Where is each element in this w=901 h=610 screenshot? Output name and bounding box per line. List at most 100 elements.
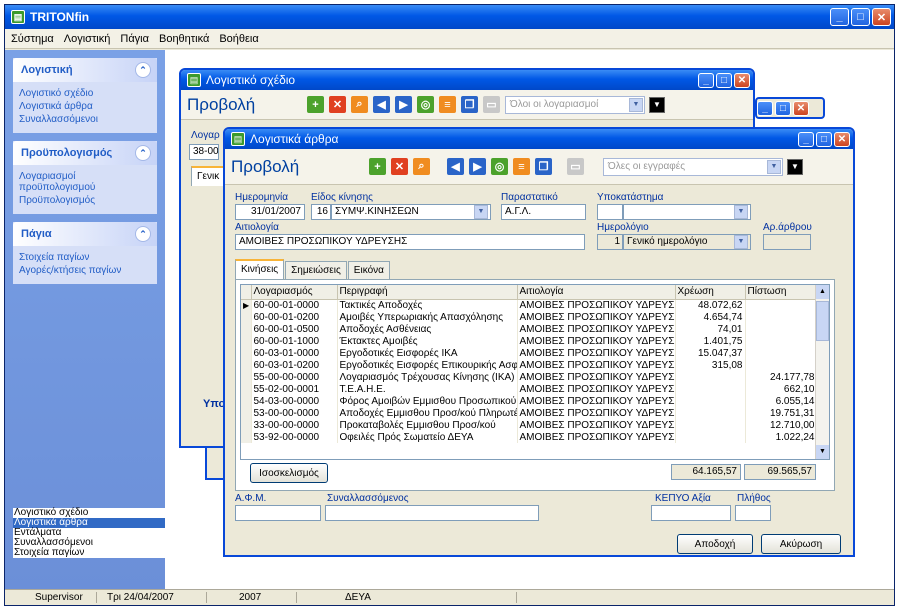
window-titlebar[interactable]: ▤ Λογιστικά άρθρα _ □ ✕ xyxy=(225,129,853,149)
cell-reason[interactable]: ΑΜΟΙΒΕΣ ΠΡΟΣΩΠΙΚΟΥ ΥΔΡΕΥΣΗΣ xyxy=(517,347,676,359)
col-account[interactable]: Λογαριασμός xyxy=(251,285,338,300)
list-item[interactable]: Στοιχεία παγίων xyxy=(13,548,165,558)
maximize-icon[interactable]: □ xyxy=(716,72,732,88)
add-icon[interactable]: + xyxy=(307,96,324,113)
tab-image[interactable]: Εικόνα xyxy=(347,261,390,279)
chevron-down-icon[interactable]: ▼ xyxy=(734,205,748,219)
cell-debit[interactable]: 15.047,37 xyxy=(675,347,746,359)
refresh-icon[interactable]: ◎ xyxy=(417,96,434,113)
minimize-icon[interactable]: _ xyxy=(757,101,773,116)
vertical-scrollbar[interactable]: ▲ ▼ xyxy=(815,285,829,459)
print-icon[interactable]: ▭ xyxy=(567,158,584,175)
journal-select[interactable]: Γενικό ημερολόγιο ▼ xyxy=(623,234,751,250)
col-debit[interactable]: Χρέωση xyxy=(675,285,746,300)
table-row[interactable]: 33-00-00-0000 Προκαταβολές Εμμισθου Προσ/… xyxy=(241,419,818,431)
print-icon[interactable]: ▭ xyxy=(483,96,500,113)
account-field[interactable]: 38-00 xyxy=(189,144,219,160)
balance-button[interactable]: Ισοσκελισμός xyxy=(250,463,328,483)
count-field[interactable] xyxy=(735,505,771,521)
close-icon[interactable]: ✕ xyxy=(834,131,850,147)
scroll-thumb[interactable] xyxy=(816,301,829,341)
cell-account[interactable]: 55-00-00-0000 xyxy=(251,371,338,383)
cell-credit[interactable] xyxy=(745,323,818,335)
sidebar-group-header[interactable]: Λογιστική ⌃ xyxy=(13,58,157,82)
col-credit[interactable]: Πίστωση xyxy=(745,285,818,300)
kepyo-field[interactable] xyxy=(651,505,731,521)
list-icon[interactable]: ≡ xyxy=(439,96,456,113)
afm-field[interactable] xyxy=(235,505,321,521)
cell-credit[interactable] xyxy=(745,359,818,371)
cell-credit[interactable] xyxy=(745,299,818,311)
tab-general[interactable]: Γενικ xyxy=(191,166,226,186)
cell-credit[interactable]: 19.751,31 xyxy=(745,407,818,419)
menu-utilities[interactable]: Βοηθητικά xyxy=(159,33,209,45)
chevron-up-icon[interactable]: ⌃ xyxy=(135,226,151,242)
next-icon[interactable]: ▶ xyxy=(395,96,412,113)
chevron-down-icon[interactable]: ▼ xyxy=(734,235,748,249)
cell-account[interactable]: 60-00-01-0200 xyxy=(251,311,338,323)
refresh-icon[interactable]: ◎ xyxy=(491,158,508,175)
minimize-icon[interactable]: _ xyxy=(698,72,714,88)
branch-code-field[interactable] xyxy=(597,204,623,220)
cell-credit[interactable]: 662,10 xyxy=(745,383,818,395)
cell-debit[interactable]: 74,01 xyxy=(675,323,746,335)
sidebar-group-header[interactable]: Προϋπολογισμός ⌃ xyxy=(13,141,157,165)
article-number-field[interactable] xyxy=(763,234,811,250)
document-field[interactable]: Α.Γ.Λ. xyxy=(501,204,586,220)
maximize-icon[interactable]: □ xyxy=(775,101,791,116)
movement-code-field[interactable]: 16 xyxy=(311,204,331,220)
cell-reason[interactable]: ΑΜΟΙΒΕΣ ΠΡΟΣΩΠΙΚΟΥ ΥΔΡΕΥΣΗΣ xyxy=(517,383,676,395)
table-row[interactable]: 60-00-01-0200 Αμοιβές Υπερωριακής Απασχόλ… xyxy=(241,311,818,323)
table-row[interactable]: 54-03-00-0000 Φόρος Αμοιβών Εμμισθου Προσ… xyxy=(241,395,818,407)
cell-description[interactable]: Φόρος Αμοιβών Εμμισθου Προσωπικού xyxy=(337,395,518,407)
cell-reason[interactable]: ΑΜΟΙΒΕΣ ΠΡΟΣΩΠΙΚΟΥ ΥΔΡΕΥΣΗΣ xyxy=(517,311,676,323)
table-row[interactable]: 53-00-00-0000 Αποδοχές Εμμισθου Προσ/κού … xyxy=(241,407,818,419)
delete-icon[interactable]: ✕ xyxy=(391,158,408,175)
col-reason[interactable]: Αιτιολογία xyxy=(517,285,676,300)
table-row[interactable]: 53-92-00-0000 Οφειλές Πρός Σωματείο ΔΕΥΑ Α… xyxy=(241,431,818,443)
table-row[interactable]: 55-02-00-0001 Τ.Ε.Α.Η.Ε. ΑΜΟΙΒΕΣ ΠΡΟΣΩΠΙΚΟ… xyxy=(241,383,818,395)
cell-description[interactable]: Τακτικές Αποδοχές xyxy=(337,299,518,311)
cell-reason[interactable]: ΑΜΟΙΒΕΣ ΠΡΟΣΩΠΙΚΟΥ ΥΔΡΕΥΣΗΣ xyxy=(517,431,676,443)
table-row[interactable]: ▶ 60-00-01-0000 Τακτικές Αποδοχές ΑΜΟΙΒΕΣ Π… xyxy=(241,299,818,311)
scroll-up-icon[interactable]: ▲ xyxy=(816,285,829,299)
cell-description[interactable]: Αποδοχές Ασθένειας xyxy=(337,323,518,335)
background-window-right[interactable]: _ □ ✕ xyxy=(755,97,825,119)
search-icon[interactable]: ⌕ xyxy=(351,96,368,113)
chevron-up-icon[interactable]: ⌃ xyxy=(135,62,151,78)
cell-description[interactable]: Οφειλές Πρός Σωματείο ΔΕΥΑ xyxy=(337,431,518,443)
cell-credit[interactable]: 1.022,24 xyxy=(745,431,818,443)
menu-system[interactable]: Σύστημα xyxy=(11,33,54,45)
chevron-down-icon[interactable]: ▼ xyxy=(474,205,488,219)
cell-credit[interactable]: 24.177,78 xyxy=(745,371,818,383)
sidebar-item-budget-accounts[interactable]: Λογαριασμοί προϋπολογισμού xyxy=(19,171,151,193)
minimize-icon[interactable]: _ xyxy=(830,8,849,26)
table-row[interactable]: 60-03-01-0000 Εργοδοτικές Εισφορές ΙΚΑ ΑΜΟ… xyxy=(241,347,818,359)
scroll-down-icon[interactable]: ▼ xyxy=(816,445,829,459)
chevron-down-icon[interactable]: ▼ xyxy=(629,97,643,112)
delete-icon[interactable]: ✕ xyxy=(329,96,346,113)
cell-debit[interactable]: 1.401,75 xyxy=(675,335,746,347)
cell-account[interactable]: 33-00-00-0000 xyxy=(251,419,338,431)
add-icon[interactable]: + xyxy=(369,158,386,175)
cell-description[interactable]: Λογαριασμός Τρέχουσας Κίνησης (ΙΚΑ) xyxy=(337,371,518,383)
tab-movements[interactable]: Κινήσεις xyxy=(235,259,285,279)
menu-accounting[interactable]: Λογιστική xyxy=(64,33,111,45)
maximize-icon[interactable]: □ xyxy=(816,131,832,147)
tab-notes[interactable]: Σημειώσεις xyxy=(285,261,347,279)
table-row[interactable]: 60-03-01-0200 Εργοδοτικές Εισφορές Επικου… xyxy=(241,359,818,371)
cell-description[interactable]: Αμοιβές Υπερωριακής Απασχόλησης xyxy=(337,311,518,323)
ok-button[interactable]: Αποδοχή xyxy=(677,534,753,554)
cell-description[interactable]: Έκτακτες Αμοιβές xyxy=(337,335,518,347)
cell-account[interactable]: 60-00-01-0000 xyxy=(251,299,338,311)
cell-description[interactable]: Αποδοχές Εμμισθου Προσ/κού Πληρωτέες xyxy=(337,407,518,419)
dropdown-icon[interactable]: ▼ xyxy=(649,96,665,113)
dropdown-icon[interactable]: ▼ xyxy=(787,158,803,175)
filter-combo[interactable]: Όλες οι εγγραφές ▼ xyxy=(603,157,783,176)
close-icon[interactable]: ✕ xyxy=(793,101,809,116)
branch-select[interactable]: ▼ xyxy=(623,204,751,220)
cell-description[interactable]: Εργοδοτικές Εισφορές Επικουρικής Ασφάλι xyxy=(337,359,518,371)
cell-reason[interactable]: ΑΜΟΙΒΕΣ ΠΡΟΣΩΠΙΚΟΥ ΥΔΡΕΥΣΗΣ xyxy=(517,371,676,383)
cell-debit[interactable]: 315,08 xyxy=(675,359,746,371)
cell-debit[interactable] xyxy=(675,431,746,443)
